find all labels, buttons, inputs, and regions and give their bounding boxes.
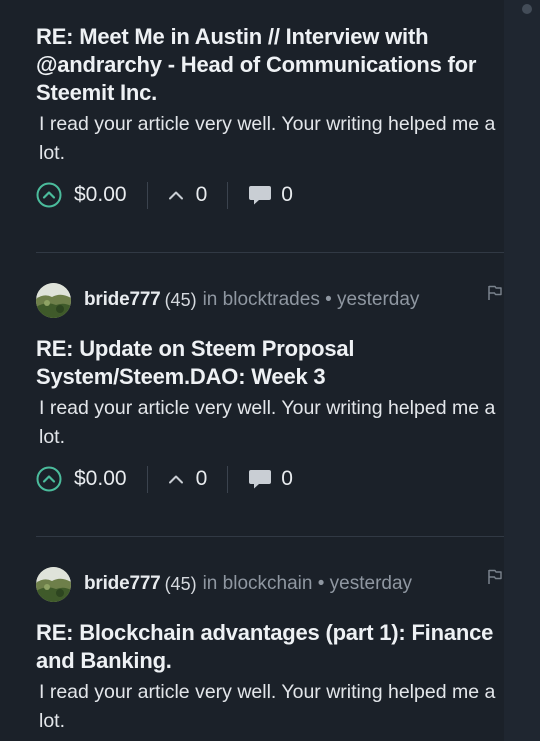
author-name[interactable]: bride777 <box>84 289 161 311</box>
author-reputation: (45) <box>164 289 197 310</box>
vote-count-value: 0 <box>195 467 208 490</box>
post-meta: in blocktrades • yesterday <box>203 289 420 311</box>
scroll-rail[interactable] <box>504 0 540 741</box>
in-label: in <box>202 573 218 594</box>
post-header: bride777 (45) in blockchain • yesterday <box>36 566 504 602</box>
flag-icon[interactable] <box>486 568 504 586</box>
upvote-circle-icon[interactable] <box>36 466 62 492</box>
comment-feed: RE: Meet Me in Austin // Interview with … <box>0 0 540 741</box>
action-separator <box>146 465 148 493</box>
post-card: bride777 (45) in blockchain • yesterday … <box>36 566 504 735</box>
caret-up-icon <box>168 191 183 200</box>
payout-value[interactable]: $0.00 <box>74 183 127 207</box>
in-label: in <box>202 289 218 310</box>
comment-bubble-icon[interactable] <box>248 468 272 490</box>
vote-count-value: 0 <box>195 183 208 206</box>
payout-value[interactable]: $0.00 <box>74 467 127 491</box>
upvote-button[interactable]: $0.00 <box>36 466 127 492</box>
comment-count: 0 <box>281 467 293 490</box>
post-card: RE: Meet Me in Austin // Interview with … <box>36 23 504 209</box>
meta-bullet: • <box>317 573 325 594</box>
community-link[interactable]: blocktrades <box>223 289 320 310</box>
comment-count: 0 <box>281 183 293 206</box>
post-body[interactable]: I read your article very well. Your writ… <box>39 394 504 451</box>
post-title[interactable]: RE: Blockchain advantages (part 1): Fina… <box>36 619 504 675</box>
post-divider <box>36 252 504 253</box>
action-separator <box>227 465 229 493</box>
comments-button[interactable]: 0 <box>248 467 293 491</box>
post-header: bride777 (45) in blocktrades • yesterday <box>36 282 504 318</box>
scroll-indicator[interactable] <box>522 4 532 14</box>
post-body[interactable]: I read your article very well. Your writ… <box>39 110 504 167</box>
post-title[interactable]: RE: Update on Steem Proposal System/Stee… <box>36 335 504 391</box>
post-time[interactable]: yesterday <box>337 289 419 310</box>
vote-count[interactable]: 0 <box>168 183 208 207</box>
author-name[interactable]: bride777 <box>84 573 161 595</box>
community-link[interactable]: blockchain <box>223 573 313 594</box>
post-actions: $0.00 0 0 <box>36 181 504 209</box>
post-card: bride777 (45) in blocktrades • yesterday… <box>36 282 504 493</box>
comment-bubble-icon[interactable] <box>248 184 272 206</box>
upvote-button[interactable]: $0.00 <box>36 182 127 208</box>
action-separator <box>227 181 229 209</box>
flag-icon[interactable] <box>486 284 504 302</box>
post-meta: in blockchain • yesterday <box>203 573 412 595</box>
avatar[interactable] <box>36 282 71 318</box>
caret-up-icon <box>168 475 183 484</box>
post-time[interactable]: yesterday <box>330 573 412 594</box>
post-body[interactable]: I read your article very well. Your writ… <box>39 678 504 735</box>
action-separator <box>146 181 148 209</box>
vote-count[interactable]: 0 <box>168 467 208 491</box>
upvote-circle-icon[interactable] <box>36 182 62 208</box>
post-divider <box>36 536 504 537</box>
post-actions: $0.00 0 0 <box>36 465 504 493</box>
avatar[interactable] <box>36 566 71 602</box>
post-title[interactable]: RE: Meet Me in Austin // Interview with … <box>36 23 504 107</box>
meta-bullet: • <box>325 289 332 310</box>
author-reputation: (45) <box>164 573 197 594</box>
comments-button[interactable]: 0 <box>248 183 293 207</box>
